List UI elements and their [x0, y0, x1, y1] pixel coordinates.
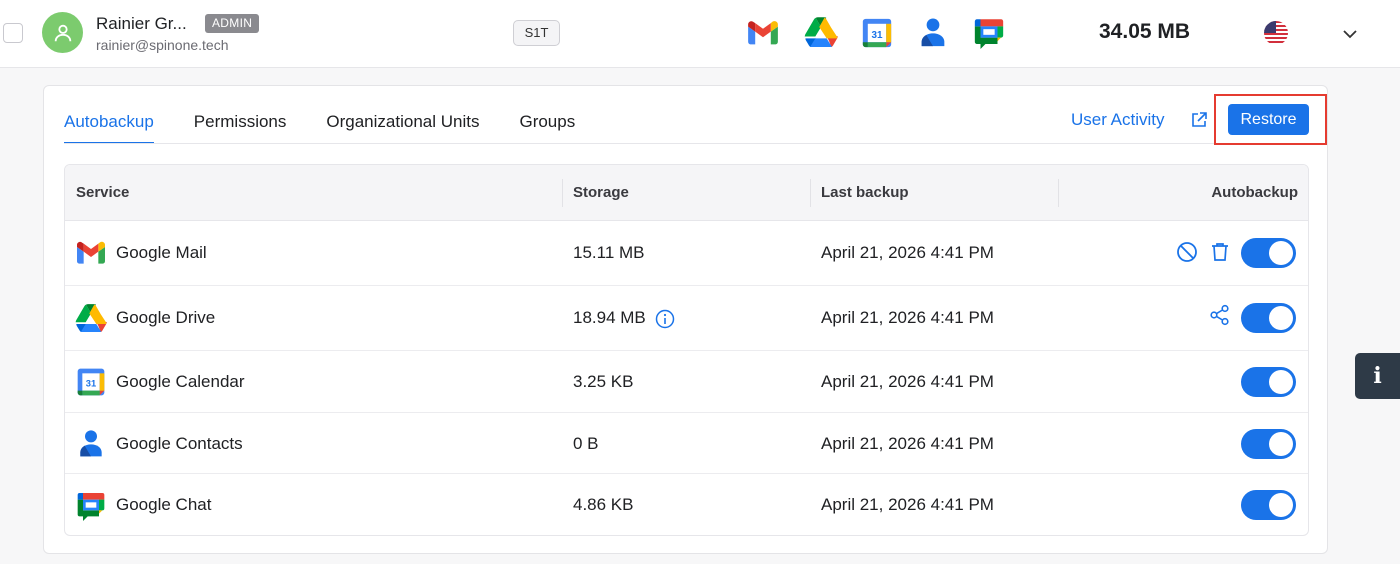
share-icon[interactable] — [1209, 304, 1231, 326]
user-row[interactable]: Rainier Gr... ADMIN rainier@spinone.tech… — [0, 0, 1400, 68]
table-row: Google Chat 4.86 KB April 21, 2026 4:41 … — [65, 474, 1308, 536]
user-activity-link[interactable]: User Activity — [1071, 110, 1165, 130]
chevron-down-icon[interactable] — [1340, 24, 1360, 44]
autobackup-toggle[interactable] — [1241, 303, 1296, 333]
table-row: Google Calendar 3.25 KB April 21, 2026 4… — [65, 351, 1308, 413]
google-calendar-icon — [860, 16, 894, 50]
info-icon: i — [1373, 363, 1382, 389]
storage-value: 3.25 KB — [573, 372, 634, 391]
gmail-icon — [75, 237, 107, 269]
autobackup-toggle[interactable] — [1241, 490, 1296, 520]
google-drive-icon — [75, 304, 107, 332]
service-name: Google Chat — [116, 495, 212, 514]
column-divider — [562, 179, 563, 207]
tab-organizational-units[interactable]: Organizational Units — [326, 86, 479, 144]
column-divider — [1058, 179, 1059, 207]
storage-value: 4.86 KB — [573, 495, 634, 514]
avatar — [42, 12, 83, 53]
info-circle-icon[interactable] — [655, 309, 675, 329]
service-name: Google Contacts — [116, 434, 243, 453]
column-header-service: Service — [76, 184, 130, 201]
role-badge: ADMIN — [205, 14, 260, 33]
column-header-storage: Storage — [573, 184, 629, 201]
user-email: rainier@spinone.tech — [96, 37, 229, 53]
tab-bar: Autobackup Permissions Organizational Un… — [64, 86, 615, 144]
google-chat-icon — [75, 489, 107, 521]
trash-icon[interactable] — [1209, 241, 1231, 263]
block-icon[interactable] — [1176, 241, 1198, 263]
storage-value: 0 B — [573, 434, 599, 453]
tabs-divider — [64, 143, 1309, 144]
table-row: Google Drive 18.94 MB April 21, 2026 4:4… — [65, 286, 1308, 351]
service-name: Google Mail — [116, 243, 207, 262]
autobackup-toggle[interactable] — [1241, 238, 1296, 268]
external-link-icon[interactable] — [1189, 110, 1209, 130]
info-panel-button[interactable]: i — [1355, 353, 1400, 399]
user-avatar-icon — [54, 24, 71, 41]
storage-value: 15.11 MB — [573, 243, 645, 262]
gmail-icon — [746, 16, 780, 50]
google-drive-icon — [804, 17, 838, 47]
restore-button[interactable]: Restore — [1228, 104, 1309, 135]
last-backup-value: April 21, 2026 4:41 PM — [821, 372, 994, 391]
storage-value: 18.94 MB — [573, 308, 646, 327]
google-calendar-icon — [75, 366, 107, 398]
column-header-autobackup: Autobackup — [1211, 184, 1298, 201]
table-row: Google Contacts 0 B April 21, 2026 4:41 … — [65, 413, 1308, 474]
column-divider — [810, 179, 811, 207]
google-contacts-icon — [916, 15, 950, 49]
last-backup-value: April 21, 2026 4:41 PM — [821, 243, 994, 262]
user-name: Rainier Gr... — [96, 14, 187, 33]
tab-groups[interactable]: Groups — [519, 86, 575, 144]
service-name: Google Calendar — [116, 372, 245, 391]
row-checkbox[interactable] — [3, 23, 23, 43]
user-details-card: Autobackup Permissions Organizational Un… — [43, 85, 1328, 554]
tier-badge: S1T — [513, 20, 560, 46]
google-contacts-icon — [75, 427, 107, 459]
tab-permissions[interactable]: Permissions — [194, 86, 287, 144]
tab-autobackup[interactable]: Autobackup — [64, 86, 154, 144]
autobackup-toggle[interactable] — [1241, 429, 1296, 459]
services-table: Service Storage Last backup Autobackup G… — [64, 164, 1309, 536]
us-flag-icon — [1264, 21, 1288, 45]
autobackup-toggle[interactable] — [1241, 367, 1296, 397]
last-backup-value: April 21, 2026 4:41 PM — [821, 308, 994, 327]
last-backup-value: April 21, 2026 4:41 PM — [821, 495, 994, 514]
table-row: Google Mail 15.11 MB April 21, 2026 4:41… — [65, 221, 1308, 286]
last-backup-value: April 21, 2026 4:41 PM — [821, 434, 994, 453]
column-header-last-backup: Last backup — [821, 184, 909, 201]
table-header: Service Storage Last backup Autobackup — [65, 165, 1308, 221]
google-chat-icon — [972, 15, 1006, 49]
service-name: Google Drive — [116, 308, 216, 327]
total-size: 34.05 MB — [1099, 20, 1191, 43]
